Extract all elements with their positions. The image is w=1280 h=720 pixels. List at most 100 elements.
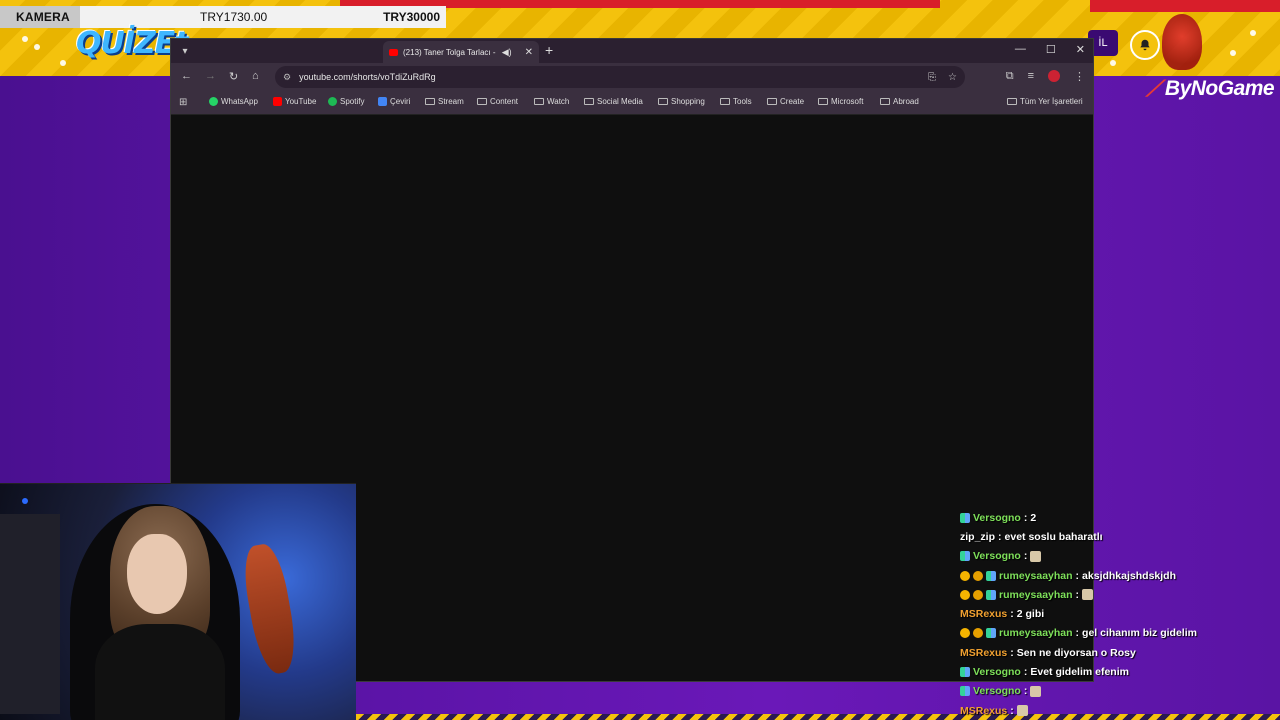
chat-separator: : — [1010, 704, 1014, 717]
sponsor-logo: ⟋ ByNoGame — [1146, 76, 1275, 102]
browser-toolbar: ← → ↻ ⌂ ⚙ youtube.com/shorts/voTdiZuRdRg… — [171, 63, 1093, 91]
back-icon[interactable]: ← — [181, 70, 192, 82]
chat-username[interactable]: Versogno — [973, 685, 1021, 697]
bookmark-spotify[interactable]: Spotify — [328, 97, 364, 106]
chat-separator: : — [1075, 569, 1080, 582]
maximize-icon[interactable]: ☐ — [1046, 43, 1056, 56]
reload-icon[interactable]: ↻ — [229, 70, 238, 83]
spotify-icon — [328, 97, 337, 106]
bookmark-star-icon[interactable]: ☆ — [948, 72, 957, 83]
chat-message: Versogno : 2 — [960, 508, 1280, 527]
tab-youtube[interactable]: (213) Taner Tolga Tarlacı - B ◀) ✕ — [383, 41, 539, 63]
youtube-icon — [273, 97, 282, 106]
chat-text: 2 — [1030, 511, 1037, 524]
bookmark-folder-shopping[interactable]: Shopping — [658, 97, 705, 106]
bookmark-label: YouTube — [285, 97, 317, 106]
chat-username[interactable]: rumeysaayhan — [999, 589, 1073, 601]
site-info-icon[interactable]: ⚙ — [283, 72, 291, 83]
bookmark-label: Tüm Yer İşaretleri — [1020, 97, 1083, 106]
bookmark-folder-social-media[interactable]: Social Media — [584, 97, 643, 106]
chat-text: 2 gibi — [1016, 608, 1045, 621]
apps-grid-icon[interactable]: ⊞ — [179, 97, 187, 108]
speaker-icon[interactable]: ◀) — [502, 47, 512, 58]
bookmark-label: Content — [490, 97, 519, 106]
minimize-icon[interactable]: — — [1015, 43, 1026, 56]
folder-icon — [818, 98, 828, 105]
forward-icon[interactable]: → — [205, 70, 216, 82]
media-control-icon[interactable]: ≡ — [1028, 70, 1034, 83]
bookmark-folder-content[interactable]: Content — [477, 97, 518, 106]
chat-message: Versogno : — [960, 547, 1280, 566]
folder-icon — [534, 98, 544, 105]
bookmark-youtube[interactable]: YouTube — [273, 97, 316, 106]
chat-overlay: Versogno : 2 zip_zip : evet soslu baharat… — [960, 508, 1280, 720]
tab-close-icon[interactable]: ✕ — [525, 47, 533, 58]
bookmark-label: Create — [780, 97, 805, 106]
grid-badge-icon — [960, 667, 970, 678]
sponsor-name: ByNoGame — [1164, 77, 1275, 100]
coin-badge-icon — [960, 589, 970, 600]
window-controls: — ☐ ✕ — [1015, 43, 1085, 56]
bookmark-ceviri[interactable]: Çeviri — [378, 97, 410, 106]
chat-text: Sen ne diyorsan o Rosy — [1016, 646, 1136, 659]
install-app-icon[interactable]: ⎘ — [928, 72, 936, 83]
webcam-led — [22, 498, 28, 504]
bookmark-label: Microsoft — [831, 97, 864, 106]
home-icon[interactable]: ⌂ — [252, 70, 259, 82]
chat-text: evet soslu baharatlı — [1004, 530, 1103, 543]
chat-separator: : — [1023, 666, 1028, 679]
bynogame-mark-icon: ⟋ — [1146, 76, 1161, 101]
profile-avatar[interactable] — [1048, 70, 1060, 82]
chat-username[interactable]: rumeysaayhan — [999, 627, 1073, 639]
donation-current: TRY1730.00 — [200, 10, 268, 24]
chat-separator: : — [1075, 627, 1080, 640]
bookmark-folder-tools[interactable]: Tools — [720, 97, 752, 106]
emote-icon — [1082, 589, 1094, 601]
chat-username[interactable]: rumeysaayhan — [999, 570, 1073, 582]
folder-icon — [584, 98, 594, 105]
chat-text: gel cihanım biz gidelim — [1082, 627, 1197, 640]
tab-strip: ▾ (213) Taner Tolga Tarlacı - B ◀) ✕ + —… — [171, 39, 1093, 63]
chat-username[interactable]: Versogno — [973, 550, 1021, 562]
bookmark-folder-abroad[interactable]: Abroad — [880, 97, 919, 106]
address-bar[interactable]: ⚙ youtube.com/shorts/voTdiZuRdRg ⎘ ☆ — [275, 66, 965, 88]
gold-badge-icon — [973, 570, 983, 581]
grid-badge-icon — [986, 570, 996, 581]
coin-badge-icon — [960, 628, 970, 639]
bookmark-label: Spotify — [340, 97, 365, 106]
bookmark-folder-stream[interactable]: Stream — [425, 97, 464, 106]
bookmark-whatsapp[interactable]: WhatsApp — [209, 97, 258, 106]
bookmark-label: Watch — [547, 97, 570, 106]
chat-username[interactable]: Versogno — [973, 512, 1021, 524]
chat-message: Versogno : Evet gidelim efenim — [960, 662, 1280, 681]
chat-separator: : — [1075, 588, 1080, 601]
chat-username[interactable]: Versogno — [973, 666, 1021, 678]
bookmark-folder-create[interactable]: Create — [767, 97, 804, 106]
gold-badge-icon — [973, 589, 983, 600]
chat-username[interactable]: zip_zip — [960, 531, 995, 543]
bookmark-label: WhatsApp — [221, 97, 258, 106]
new-tab-button[interactable]: + — [545, 42, 553, 58]
folder-icon — [880, 98, 890, 105]
chat-message: Versogno : — [960, 682, 1280, 701]
bookmark-label: Çeviri — [390, 97, 411, 106]
all-bookmarks-folder[interactable]: Tüm Yer İşaretleri — [1007, 97, 1083, 106]
emote-icon — [1030, 685, 1042, 697]
tab-search-icon[interactable]: ▾ — [177, 43, 193, 59]
extensions-icon[interactable]: ⧉ — [1006, 70, 1014, 83]
bookmark-folder-microsoft[interactable]: Microsoft — [818, 97, 863, 106]
chat-separator: : — [1023, 511, 1028, 524]
folder-icon — [477, 98, 487, 105]
translate-icon — [378, 97, 387, 106]
chat-message: zip_zip : evet soslu baharatlı — [960, 527, 1280, 546]
bookmark-folder-watch[interactable]: Watch — [534, 97, 569, 106]
close-window-icon[interactable]: ✕ — [1076, 43, 1085, 56]
grid-badge-icon — [960, 551, 970, 562]
gold-badge-icon — [973, 628, 983, 639]
menu-icon[interactable]: ⋮ — [1074, 70, 1085, 83]
chat-username[interactable]: MSRexus — [960, 647, 1007, 659]
chat-username[interactable]: MSRexus — [960, 608, 1007, 620]
chat-separator: : — [998, 530, 1002, 543]
chat-username[interactable]: MSRexus — [960, 705, 1007, 717]
camera-label: KAMERA — [0, 6, 80, 28]
